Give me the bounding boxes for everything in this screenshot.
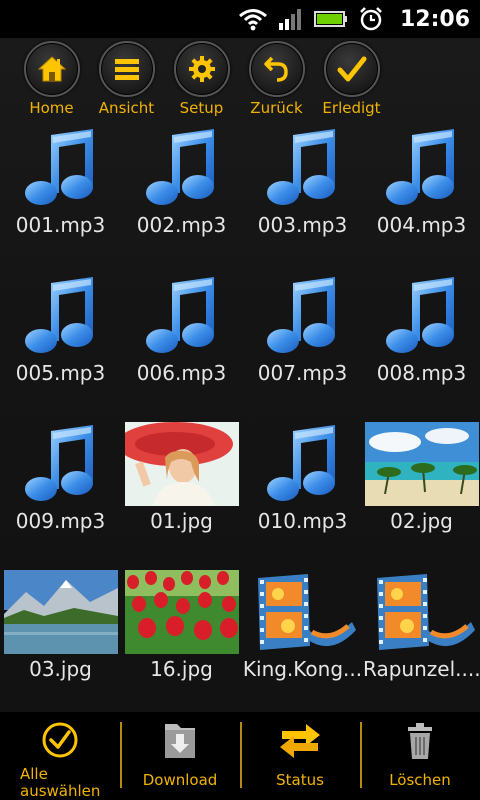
file-item[interactable]: 02.jpg [363,422,480,562]
done-label: Erledigt [322,99,381,117]
file-item[interactable]: 001.mp3 [0,126,121,266]
file-name: 16.jpg [150,657,213,681]
file-name: 007.mp3 [257,361,348,385]
gear-icon [188,56,215,82]
setup-button[interactable]: Setup [164,38,239,117]
file-name: 005.mp3 [15,361,106,385]
battery-icon [313,11,347,27]
view-button-circle[interactable] [98,41,155,97]
file-name: 003.mp3 [257,213,348,237]
file-item[interactable]: 16.jpg [121,570,242,710]
file-item[interactable]: 01.jpg [121,422,242,562]
alarm-icon [360,7,382,31]
file-item[interactable]: King.Kong... [242,570,363,710]
file-name: 01.jpg [150,509,213,533]
status-label: Status [276,771,324,789]
video-icon [363,570,480,654]
file-name: 001.mp3 [15,213,106,237]
check-circle-icon [42,722,78,758]
trash-icon [408,723,432,759]
top-toolbar: Home Ansicht Setup Zurück Erledigt [0,38,480,122]
undo-icon [263,56,288,82]
file-name: 004.mp3 [376,213,467,237]
file-grid: 001.mp3 002.mp3 003.mp3 004.mp3 005.mp3 … [0,126,480,711]
image-thumbnail [363,422,480,506]
status-button[interactable]: Status [240,712,360,800]
swap-arrows-icon [280,724,320,758]
done-button[interactable]: Erledigt [314,38,389,117]
music-note-icon [0,126,121,210]
done-button-circle[interactable] [323,41,380,97]
bottom-action-bar: Alle auswählen Download Status Löschen [0,712,480,800]
video-icon [242,570,363,654]
setup-label: Setup [179,99,224,117]
file-item[interactable]: 002.mp3 [121,126,242,266]
view-button[interactable]: Ansicht [89,38,164,117]
music-note-icon [121,274,242,358]
file-name: 002.mp3 [136,213,227,237]
status-bar: 12:06 [0,0,480,38]
music-note-icon [242,422,363,506]
file-name: 009.mp3 [15,509,106,533]
file-item[interactable]: 004.mp3 [363,126,480,266]
file-item[interactable]: 003.mp3 [242,126,363,266]
file-item[interactable]: 007.mp3 [242,274,363,414]
music-note-icon [363,126,480,210]
image-thumbnail [121,570,242,654]
clock: 12:06 [399,6,470,32]
music-note-icon [121,126,242,210]
select-all-button[interactable]: Alle auswählen [0,712,120,800]
home-button-circle[interactable] [23,41,80,97]
wifi-icon [239,9,267,31]
file-name: 006.mp3 [136,361,227,385]
file-item[interactable]: 010.mp3 [242,422,363,562]
file-name: 03.jpg [29,657,92,681]
view-label: Ansicht [98,99,155,117]
file-name: 02.jpg [390,509,453,533]
back-label: Zurück [250,99,303,117]
file-name: Rapunzel.... [363,657,480,681]
file-name: 010.mp3 [257,509,348,533]
setup-button-circle[interactable] [173,41,230,97]
download-icon [165,724,195,758]
back-button-circle[interactable] [248,41,305,97]
delete-button[interactable]: Löschen [360,712,480,800]
music-note-icon [0,274,121,358]
file-name: 008.mp3 [376,361,467,385]
download-label: Download [142,771,218,789]
music-note-icon [242,126,363,210]
home-icon [37,56,66,82]
file-item[interactable]: 008.mp3 [363,274,480,414]
download-button[interactable]: Download [120,712,240,800]
select-all-label-text: Alle auswählen [20,765,101,800]
select-all-label: Alle auswählen [0,766,100,800]
list-icon [114,59,139,80]
music-note-icon [0,422,121,506]
back-button[interactable]: Zurück [239,38,314,117]
file-item[interactable]: 006.mp3 [121,274,242,414]
home-button[interactable]: Home [14,38,89,117]
file-item[interactable]: Rapunzel.... [363,570,480,710]
check-icon [337,56,366,82]
music-note-icon [242,274,363,358]
music-note-icon [363,274,480,358]
delete-label: Löschen [389,771,451,789]
file-item[interactable]: 009.mp3 [0,422,121,562]
image-thumbnail [0,570,121,654]
home-label: Home [29,99,74,117]
file-item[interactable]: 005.mp3 [0,274,121,414]
image-thumbnail [121,422,242,506]
file-name: King.Kong... [242,657,363,681]
file-item[interactable]: 03.jpg [0,570,121,710]
signal-icon [278,9,301,30]
